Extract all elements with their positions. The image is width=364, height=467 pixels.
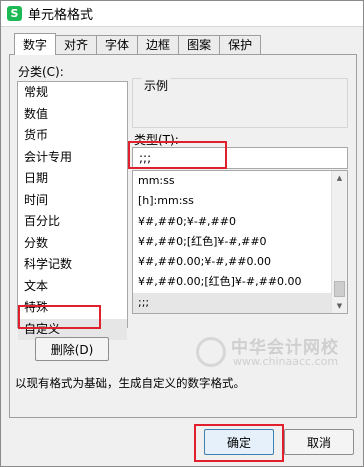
category-item-time[interactable]: 时间	[18, 190, 127, 212]
format-item[interactable]: ¥#,##0.00;[红色]¥-#,##0.00	[133, 272, 332, 292]
format-item[interactable]: ¥#,##0;[红色]¥-#,##0	[133, 232, 332, 252]
tab-protection[interactable]: 保护	[219, 35, 262, 55]
category-item-scientific[interactable]: 科学记数	[18, 254, 127, 276]
scrollbar-thumb[interactable]	[334, 281, 345, 297]
category-label: 分类(C):	[18, 65, 64, 79]
format-code-list[interactable]: mm:ss [h]:mm:ss ¥#,##0;¥-#,##0 ¥#,##0;[红…	[132, 170, 348, 314]
category-item-general[interactable]: 常规	[18, 82, 127, 104]
tab-number[interactable]: 数字	[14, 33, 57, 55]
delete-button[interactable]: 删除(D)	[35, 337, 109, 361]
format-item[interactable]: ¥#,##0.00;¥-#,##0.00	[133, 252, 332, 272]
title-bar: S 单元格格式	[1, 1, 363, 27]
number-tab-panel: 分类(C): 常规 数值 货币 会计专用 日期 时间 百分比 分数 科学记数 文…	[9, 54, 357, 418]
category-item-special[interactable]: 特殊	[18, 297, 127, 319]
tab-alignment[interactable]: 对齐	[55, 35, 98, 55]
tab-font[interactable]: 字体	[96, 35, 139, 55]
app-icon: S	[7, 6, 22, 21]
category-item-fraction[interactable]: 分数	[18, 233, 127, 255]
format-item-selected[interactable]: ;;;	[133, 292, 332, 313]
format-item[interactable]: mm:ss	[133, 171, 332, 191]
cancel-button[interactable]: 取消	[284, 429, 354, 455]
dialog-title: 单元格格式	[28, 8, 94, 23]
category-item-text[interactable]: 文本	[18, 276, 127, 298]
category-list[interactable]: 常规 数值 货币 会计专用 日期 时间 百分比 分数 科学记数 文本 特殊 自定…	[17, 81, 128, 340]
format-cells-dialog: S 单元格格式 数字 对齐 字体 边框 图案 保护 分类(C): 常规 数值 货…	[0, 0, 364, 467]
format-list-scrollbar[interactable]: ▲ ▼	[331, 171, 347, 313]
type-input[interactable]	[132, 147, 348, 169]
category-item-number[interactable]: 数值	[18, 104, 127, 126]
type-label: 类型(T):	[134, 133, 179, 147]
category-item-accounting[interactable]: 会计专用	[18, 147, 127, 169]
category-item-percentage[interactable]: 百分比	[18, 211, 127, 233]
tab-border[interactable]: 边框	[137, 35, 180, 55]
category-item-currency[interactable]: 货币	[18, 125, 127, 147]
tab-bar: 数字 对齐 字体 边框 图案 保护	[14, 33, 262, 55]
format-item[interactable]: ¥#,##0;¥-#,##0	[133, 212, 332, 232]
scroll-up-arrow-icon[interactable]: ▲	[332, 171, 347, 185]
tab-pattern[interactable]: 图案	[178, 35, 221, 55]
format-description: 以现有格式为基础，生成自定义的数字格式。	[15, 376, 245, 390]
sample-label: 示例	[142, 77, 171, 94]
category-item-date[interactable]: 日期	[18, 168, 127, 190]
scroll-down-arrow-icon[interactable]: ▼	[332, 299, 347, 313]
ok-button[interactable]: 确定	[204, 429, 274, 455]
format-item[interactable]: [h]:mm:ss	[133, 191, 332, 211]
sample-group: 示例	[132, 77, 348, 128]
